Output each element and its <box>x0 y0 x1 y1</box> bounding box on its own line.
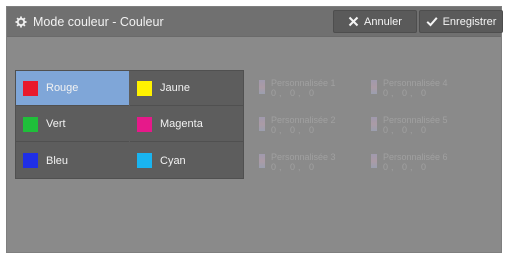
custom-color-label: Personnalisée 6 <box>383 152 448 162</box>
save-label: Enregistrer <box>442 15 497 28</box>
custom-color-label: Personnalisée 3 <box>271 152 336 162</box>
bleu-swatch <box>23 153 38 168</box>
custom-color-3: Personnalisée 3 0, 0, 0 <box>255 148 361 182</box>
custom-color-1: Personnalisée 1 0, 0, 0 <box>255 74 361 108</box>
color-option-rouge[interactable]: Rouge <box>16 71 129 106</box>
custom-color-label: Personnalisée 5 <box>383 115 448 125</box>
gear-icon <box>15 16 27 28</box>
custom-color-6: Personnalisée 6 0, 0, 0 <box>367 148 473 182</box>
color-option-label: Jaune <box>160 82 190 94</box>
dialog-title-area: Mode couleur - Couleur <box>15 14 164 30</box>
vert-swatch <box>23 116 38 132</box>
color-option-label: Cyan <box>160 154 186 167</box>
custom-color-icon <box>371 80 377 94</box>
color-option-cyan[interactable]: Cyan <box>130 143 243 178</box>
custom-color-label: Personnalisée 4 <box>383 78 448 88</box>
cyan-swatch <box>137 153 152 168</box>
custom-color-4: Personnalisée 4 0, 0, 0 <box>367 74 473 108</box>
custom-color-icon <box>371 117 377 131</box>
color-option-jaune[interactable]: Jaune <box>130 71 243 106</box>
color-option-label: Bleu <box>46 154 69 167</box>
color-option-label: Vert <box>46 118 66 130</box>
color-option-vert[interactable]: Vert <box>16 107 129 142</box>
custom-color-label: Personnalisée 1 <box>271 78 336 88</box>
check-icon <box>426 17 438 27</box>
custom-color-values: 0, 0, 0 <box>383 162 430 172</box>
color-selection-panel: Rouge Jaune Vert Magenta Bleu Cyan <box>15 70 244 179</box>
custom-color-values: 0, 0, 0 <box>383 125 430 135</box>
custom-color-icon <box>259 80 265 94</box>
custom-color-2: Personnalisée 2 0, 0, 0 <box>255 111 361 145</box>
jaune-swatch <box>137 80 152 96</box>
magenta-swatch <box>137 116 152 132</box>
color-option-label: Rouge <box>46 82 79 94</box>
custom-color-label: Personnalisée 2 <box>271 115 336 125</box>
page-title: Mode couleur - Couleur <box>33 15 164 29</box>
cancel-label: Annuler <box>364 15 402 28</box>
save-button[interactable]: Enregistrer <box>419 10 503 33</box>
cancel-button[interactable]: Annuler <box>333 10 417 33</box>
color-option-label: Magenta <box>160 118 203 130</box>
color-option-bleu[interactable]: Bleu <box>16 143 129 178</box>
rouge-swatch <box>23 80 38 96</box>
custom-color-values: 0, 0, 0 <box>271 162 318 172</box>
custom-color-values: 0, 0, 0 <box>271 88 318 98</box>
color-mode-dialog: Mode couleur - Couleur Annuler Enregistr… <box>6 6 503 253</box>
custom-color-5: Personnalisée 5 0, 0, 0 <box>367 111 473 145</box>
custom-color-values: 0, 0, 0 <box>271 125 318 135</box>
color-option-magenta[interactable]: Magenta <box>130 107 243 142</box>
custom-color-icon <box>371 154 377 168</box>
close-icon <box>348 16 359 27</box>
custom-color-icon <box>259 117 265 131</box>
custom-color-values: 0, 0, 0 <box>383 88 430 98</box>
dialog-header: Mode couleur - Couleur Annuler Enregistr… <box>7 7 503 37</box>
custom-color-icon <box>259 154 265 168</box>
